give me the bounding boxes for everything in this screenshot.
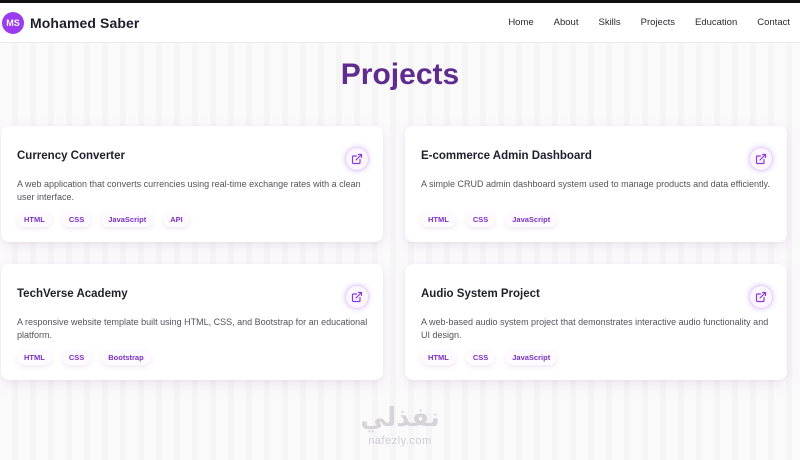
external-link-icon[interactable]: [345, 285, 369, 309]
external-link-icon[interactable]: [345, 147, 369, 171]
tag-list: HTML CSS Bootstrap: [17, 350, 161, 365]
tech-tag: HTML: [421, 212, 456, 227]
project-title: Audio System Project: [421, 288, 540, 300]
project-card: Audio System Project A web-based audio s…: [405, 264, 787, 380]
project-title: TechVerse Academy: [17, 288, 128, 300]
page-background: [0, 43, 800, 460]
project-title: E-commerce Admin Dashboard: [421, 150, 592, 162]
nav-link-projects[interactable]: Projects: [641, 17, 675, 28]
project-card: Currency Converter A web application tha…: [1, 126, 383, 242]
project-card: E-commerce Admin Dashboard A simple CRUD…: [405, 126, 787, 242]
nav-link-education[interactable]: Education: [695, 17, 737, 28]
section-title: Projects: [340, 58, 460, 91]
tech-tag: HTML: [421, 350, 456, 365]
project-card: TechVerse Academy A responsive website t…: [1, 264, 383, 380]
watermark-latin: nafezly.com: [368, 435, 432, 447]
nav-link-about[interactable]: About: [554, 17, 579, 28]
external-link-icon[interactable]: [749, 147, 773, 171]
brand[interactable]: MS Mohamed Saber: [2, 11, 140, 34]
tag-list: HTML CSS JavaScript: [421, 350, 567, 365]
project-description: A web application that converts currenci…: [17, 179, 361, 202]
watermark-logo: نفذلي nafezly.com: [350, 405, 450, 447]
nav-link-contact[interactable]: Contact: [757, 17, 790, 28]
project-description: A web-based audio system project that de…: [421, 317, 769, 340]
main-nav: Home About Skills Projects Education Con…: [508, 17, 800, 28]
tag-list: HTML CSS JavaScript: [421, 212, 567, 227]
tech-tag: CSS: [465, 212, 496, 227]
tech-tag: JavaScript: [505, 350, 558, 365]
project-description: A simple CRUD admin dashboard system use…: [421, 179, 770, 189]
brand-name: Mohamed Saber: [30, 14, 140, 31]
tech-tag: HTML: [17, 350, 52, 365]
tech-tag: JavaScript: [505, 212, 558, 227]
tech-tag: API: [163, 212, 190, 227]
tech-tag: CSS: [61, 350, 92, 365]
avatar: MS: [2, 11, 24, 34]
watermark-arabic: نفذلي: [360, 403, 440, 433]
project-title: Currency Converter: [17, 150, 126, 162]
site-header: MS Mohamed Saber Home About Skills Proje…: [0, 3, 800, 43]
tech-tag: JavaScript: [101, 212, 154, 227]
project-description: A responsive website template built usin…: [17, 317, 368, 340]
tech-tag: CSS: [61, 212, 92, 227]
tech-tag: HTML: [17, 212, 52, 227]
tag-list: HTML CSS JavaScript API: [17, 212, 200, 227]
external-link-icon[interactable]: [749, 285, 773, 309]
nav-link-skills[interactable]: Skills: [598, 17, 620, 28]
nav-link-home[interactable]: Home: [508, 17, 533, 28]
tech-tag: CSS: [465, 350, 496, 365]
tech-tag: Bootstrap: [101, 350, 151, 365]
